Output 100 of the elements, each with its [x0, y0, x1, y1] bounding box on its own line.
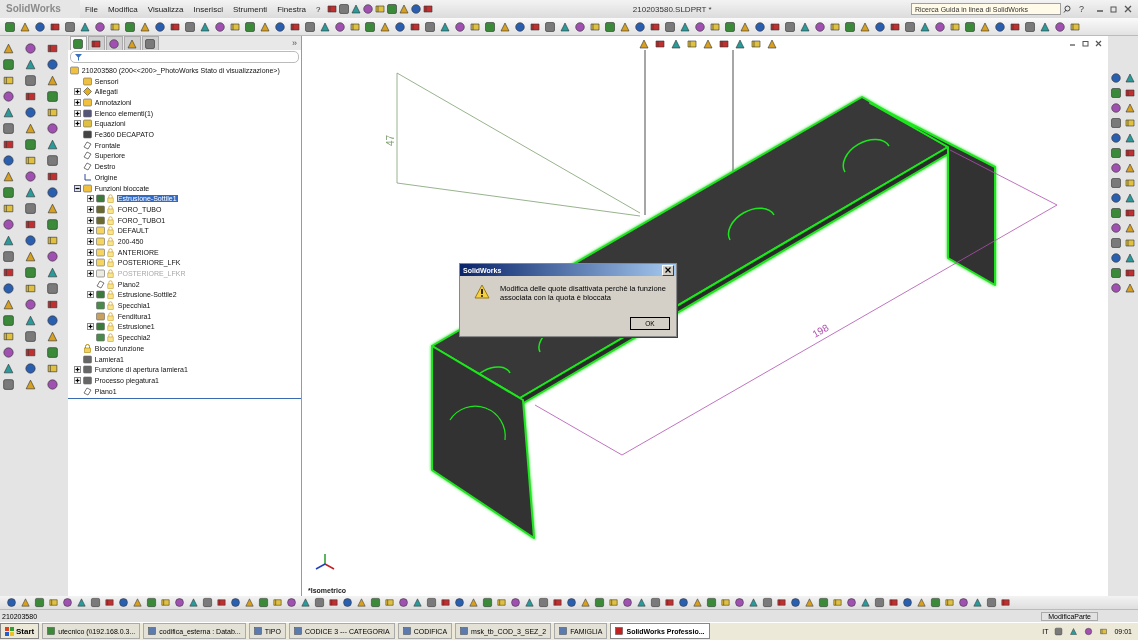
tool-icon[interactable] — [304, 20, 316, 33]
tool-icon[interactable] — [1054, 20, 1066, 33]
tool-icon[interactable] — [510, 597, 521, 609]
expand-icon[interactable] — [86, 323, 94, 331]
tool-icon[interactable] — [184, 20, 196, 33]
tool-icon[interactable] — [46, 186, 59, 200]
expand-icon[interactable] — [86, 195, 94, 203]
search-icon[interactable] — [1062, 5, 1071, 13]
expand-icon[interactable] — [73, 120, 81, 128]
tool-icon[interactable] — [650, 597, 661, 609]
tool-icon[interactable] — [24, 106, 37, 120]
tool-icon[interactable] — [46, 330, 59, 344]
tool-icon[interactable] — [2, 90, 15, 104]
tool-icon[interactable] — [664, 20, 676, 33]
tool-icon[interactable] — [46, 122, 59, 136]
tool-icon[interactable] — [46, 154, 59, 168]
tool-icon[interactable] — [1110, 132, 1122, 145]
tool-icon[interactable] — [1124, 72, 1136, 85]
restore-icon[interactable] — [1110, 5, 1118, 13]
tool-icon[interactable] — [1110, 87, 1122, 100]
tool-icon[interactable] — [2, 362, 15, 376]
tool-icon[interactable] — [174, 597, 185, 609]
tool-icon[interactable] — [2, 42, 15, 56]
tool-icon[interactable] — [1110, 162, 1122, 175]
tool-icon[interactable] — [734, 597, 745, 609]
tool-icon[interactable] — [829, 20, 841, 33]
tool-icon[interactable] — [64, 20, 76, 33]
expand-icon[interactable] — [86, 205, 94, 213]
menu-item[interactable]: Strumenti — [227, 4, 273, 14]
tool-icon[interactable] — [412, 597, 423, 609]
tool-icon[interactable] — [748, 597, 759, 609]
tool-icon[interactable] — [325, 3, 338, 15]
tool-icon[interactable] — [1124, 252, 1136, 265]
tool-icon[interactable] — [24, 186, 37, 200]
tool-icon[interactable] — [654, 38, 666, 51]
tool-icon[interactable] — [24, 362, 37, 376]
tool-icon[interactable] — [24, 250, 37, 264]
tool-icon[interactable] — [930, 597, 941, 609]
tool-icon[interactable] — [702, 38, 714, 51]
tool-icon[interactable] — [385, 3, 398, 15]
tool-icon[interactable] — [421, 3, 434, 15]
tool-icon[interactable] — [686, 38, 698, 51]
tool-icon[interactable] — [846, 597, 857, 609]
tool-icon[interactable] — [439, 20, 451, 33]
tool-icon[interactable] — [889, 20, 901, 33]
tool-icon[interactable] — [718, 38, 730, 51]
tool-icon[interactable] — [409, 3, 422, 15]
tool-icon[interactable] — [2, 106, 15, 120]
tool-icon[interactable] — [454, 20, 466, 33]
tool-icon[interactable] — [2, 170, 15, 184]
tool-icon[interactable] — [104, 597, 115, 609]
tool-icon[interactable] — [79, 20, 91, 33]
tool-icon[interactable] — [860, 597, 871, 609]
tool-icon[interactable] — [46, 378, 59, 392]
tool-icon[interactable] — [799, 20, 811, 33]
tool-icon[interactable] — [1124, 207, 1136, 220]
tool-icon[interactable] — [678, 597, 689, 609]
expand-icon[interactable] — [73, 109, 81, 117]
expand-icon[interactable] — [86, 248, 94, 256]
tool-icon[interactable] — [24, 298, 37, 312]
tool-icon[interactable] — [888, 597, 899, 609]
tool-icon[interactable] — [814, 20, 826, 33]
tool-icon[interactable] — [874, 597, 885, 609]
tool-icon[interactable] — [994, 20, 1006, 33]
tool-icon[interactable] — [958, 597, 969, 609]
tool-icon[interactable] — [364, 20, 376, 33]
tool-icon[interactable] — [337, 3, 350, 15]
tool-icon[interactable] — [440, 597, 451, 609]
tool-icon[interactable] — [776, 597, 787, 609]
tool-icon[interactable] — [258, 597, 269, 609]
menu-item[interactable]: File — [80, 4, 103, 14]
tool-icon[interactable] — [566, 597, 577, 609]
tool-icon[interactable] — [1124, 132, 1136, 145]
tool-icon[interactable] — [19, 20, 31, 33]
tool-icon[interactable] — [750, 38, 762, 51]
tool-icon[interactable] — [46, 314, 59, 328]
tool-icon[interactable] — [1110, 192, 1122, 205]
tool-icon[interactable] — [762, 597, 773, 609]
tool-icon[interactable] — [1110, 222, 1122, 235]
filter-field[interactable] — [69, 51, 299, 64]
tool-icon[interactable] — [46, 282, 59, 296]
tool-icon[interactable] — [2, 218, 15, 232]
dimension-value[interactable]: 198 — [810, 322, 831, 340]
close-icon[interactable] — [1124, 5, 1132, 13]
tool-icon[interactable] — [300, 597, 311, 609]
tool-icon[interactable] — [559, 20, 571, 33]
tool-icon[interactable] — [622, 597, 633, 609]
tool-icon[interactable] — [754, 20, 766, 33]
tool-icon[interactable] — [24, 202, 37, 216]
tool-icon[interactable] — [62, 597, 73, 609]
tool-icon[interactable] — [1000, 597, 1011, 609]
tool-icon[interactable] — [706, 597, 717, 609]
tool-icon[interactable] — [398, 597, 409, 609]
restore-icon[interactable] — [1082, 40, 1089, 48]
tool-icon[interactable] — [734, 38, 746, 51]
tool-icon[interactable] — [529, 20, 541, 33]
tool-icon[interactable] — [964, 20, 976, 33]
tool-icon[interactable] — [979, 20, 991, 33]
tool-icon[interactable] — [34, 20, 46, 33]
expand-icon[interactable] — [73, 88, 81, 96]
